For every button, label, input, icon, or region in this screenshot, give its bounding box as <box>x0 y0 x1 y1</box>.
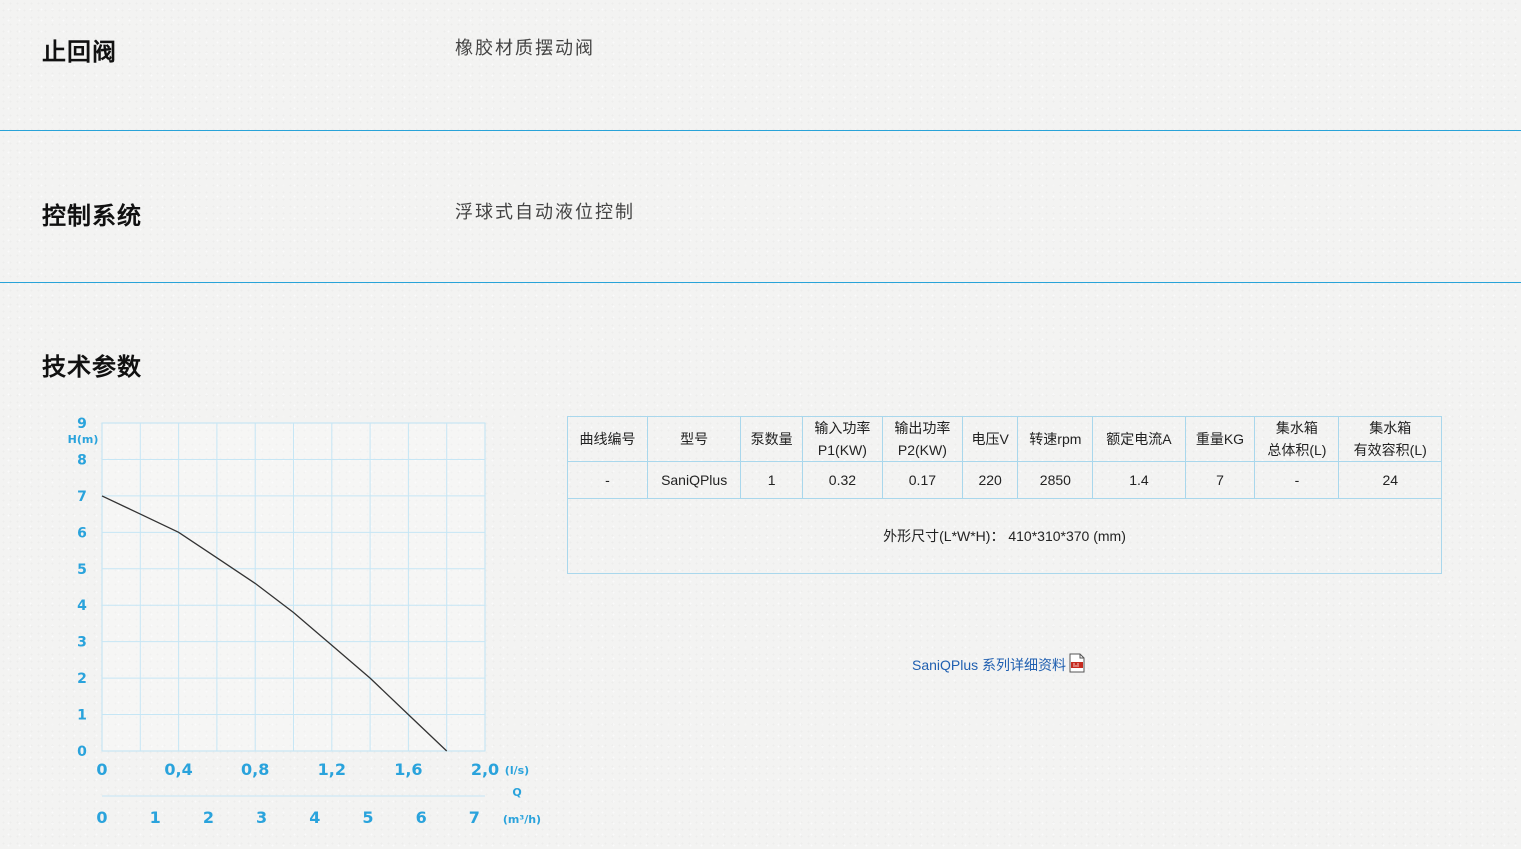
x-tick-label: 2,0 <box>471 760 499 779</box>
row-value-check-valve: 橡胶材质摆动阀 <box>455 38 595 59</box>
pdf-icon <box>1069 653 1085 673</box>
table-cell: 24 <box>1338 461 1442 499</box>
table-header-text: 额定电流A <box>1106 431 1172 447</box>
pump-curve-chart: 0 1 2 3 4 5 6 7 8 9 H(m) 0 0,4 0,8 1,2 1,6 2,0 (l/s) Q 0 1 2 3… <box>55 410 550 835</box>
divider <box>0 130 1521 131</box>
table-header-cell: 电压V <box>961 416 1019 462</box>
table-header-text: 泵数量 <box>750 431 793 447</box>
x-axis-label: Q <box>512 786 521 799</box>
x-tick-label: 0 <box>96 760 107 779</box>
x-tick-label: 1,2 <box>318 760 346 779</box>
pdf-download-link[interactable]: SaniQPlus 系列详细资料 <box>912 653 1086 675</box>
table-header-text: 重量KG <box>1195 431 1245 447</box>
table-header-cell: 集水箱总体积(L) <box>1254 416 1340 462</box>
table-header-text: P2(KW) <box>897 442 947 458</box>
spec-table-header-row: 曲线编号 型号 泵数量 输入功率 P1(KW) 输出功率 P2(KW) 电压V 转速rpm 额定电… <box>567 416 1442 462</box>
y-tick-label: 2 <box>77 671 87 687</box>
table-header-text: 输出功率 <box>894 420 951 436</box>
table-header-cell: 额定电流A <box>1092 416 1186 462</box>
table-header-text: 有效容积(L) <box>1353 442 1427 458</box>
table-header-cell: 型号 <box>646 416 742 462</box>
table-header-cell: 重量KG <box>1184 416 1256 462</box>
table-cell: 0.17 <box>881 461 963 499</box>
table-header-cell: 转速rpm <box>1017 416 1094 462</box>
x2-tick-label: 0 <box>96 808 107 827</box>
x-tick-label: 0,8 <box>241 760 269 779</box>
y-tick-label: 5 <box>77 562 87 578</box>
table-cell: 2850 <box>1017 461 1094 499</box>
x2-unit-label: (m³/h) <box>503 813 541 826</box>
table-cell: 7 <box>1184 461 1256 499</box>
y-tick-label: 4 <box>77 598 87 614</box>
x-unit-label: (l/s) <box>505 764 529 777</box>
row-label-check-valve: 止回阀 <box>42 38 117 66</box>
x2-tick-label: 5 <box>362 808 373 827</box>
table-header-cell: 输出功率 P2(KW) <box>881 416 963 462</box>
table-cell: 220 <box>961 461 1019 499</box>
x-tick-label: 1,6 <box>394 760 422 779</box>
x2-tick-label: 7 <box>469 808 480 827</box>
y-tick-label: 0 <box>77 744 87 760</box>
table-header-text: 型号 <box>680 431 709 447</box>
x2-tick-label: 6 <box>416 808 427 827</box>
table-header-text: 集水箱 <box>1275 420 1318 436</box>
x2-tick-label: 4 <box>309 808 320 827</box>
y-tick-label: 6 <box>77 525 87 541</box>
table-header-text: 集水箱 <box>1369 420 1412 436</box>
x2-tick-label: 3 <box>256 808 267 827</box>
table-cell: - <box>567 461 648 499</box>
x2-tick-label: 1 <box>150 808 161 827</box>
table-cell: 0.32 <box>801 461 883 499</box>
table-row: - SaniQPlus 1 0.32 0.17 220 2850 1.4 7-24 <box>567 461 1442 499</box>
table-cell: 1 <box>740 461 803 499</box>
table-cell: - <box>1254 461 1340 499</box>
row-value-control-system: 浮球式自动液位控制 <box>455 202 635 223</box>
table-header-cell: 输入功率 P1(KW) <box>801 416 883 462</box>
y-tick-label: 1 <box>77 708 87 724</box>
pump-curve-svg: 0 1 2 3 4 5 6 7 8 9H(m) 0 0,4 0,8 1,2 1,6 2,0 (l/s) Q 0 1 2 3… <box>68 416 541 827</box>
y-tick-label: 8 <box>77 452 87 468</box>
pdf-link-label: SaniQPlus 系列详细资料 <box>912 657 1067 673</box>
table-header-text: P1(KW) <box>817 442 867 458</box>
y-tick-label: 7 <box>77 489 87 505</box>
y-axis-label: H(m) <box>68 433 99 446</box>
spec-table: 曲线编号 型号 泵数量 输入功率 P1(KW) 输出功率 P2(KW) 电压V 转速rpm 额定电… <box>567 416 1442 574</box>
table-header-text: 转速rpm <box>1029 431 1082 447</box>
y-tick-label: 3 <box>77 635 87 651</box>
table-header-cell: 泵数量 <box>740 416 803 462</box>
row-label-control-system: 控制系统 <box>42 202 142 230</box>
table-cell: 1.4 <box>1092 461 1186 499</box>
table-cell: SaniQPlus <box>646 461 742 499</box>
dimensions-cell: 外形尺寸(L*W*H)： 410*310*370 (mm) <box>567 498 1442 574</box>
x-tick-label: 0,4 <box>164 760 192 779</box>
divider <box>0 282 1521 283</box>
table-header-text: 输入功率 <box>814 420 871 436</box>
table-header-text: 总体积(L) <box>1267 442 1327 458</box>
table-header-cell: 曲线编号 <box>567 416 648 462</box>
page: 止回阀 橡胶材质摆动阀 控制系统 浮球式自动液位控制 技术参数 0 1 2 3 4 5 6 7… <box>0 0 1521 849</box>
table-header-text: 电压V <box>971 431 1009 447</box>
x2-tick-label: 2 <box>203 808 214 827</box>
y-tick-label: 9 <box>77 416 87 432</box>
table-header-cell: 集水箱有效容积(L) <box>1338 416 1442 462</box>
section-title-tech-params: 技术参数 <box>42 353 142 381</box>
table-header-text: 曲线编号 <box>579 431 636 447</box>
